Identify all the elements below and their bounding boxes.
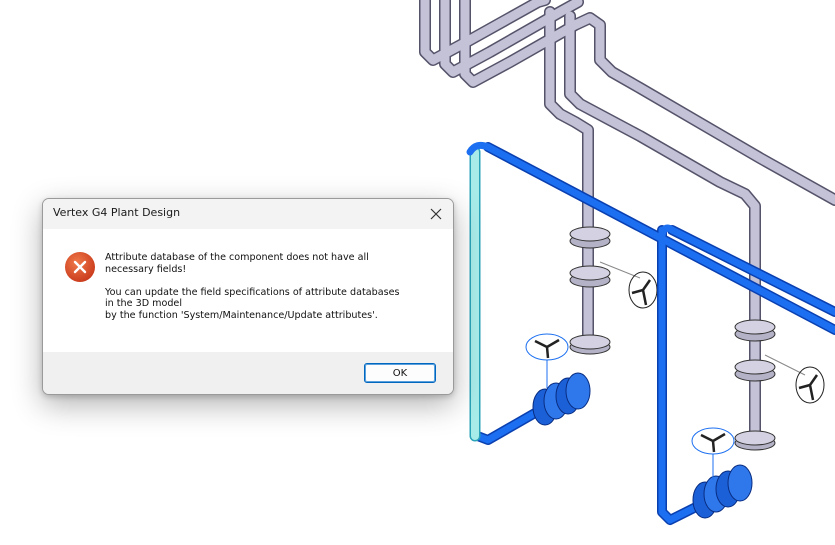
- dialog-footer: OK: [43, 353, 453, 394]
- close-icon: [430, 208, 442, 220]
- dialog-message: Attribute database of the component does…: [105, 252, 435, 321]
- blue-valve-left: [532, 372, 591, 426]
- blue-pipes: [466, 141, 835, 525]
- ok-button[interactable]: OK: [364, 363, 436, 383]
- message-error-text: Attribute database of the component does…: [105, 252, 369, 275]
- dialog-body: Attribute database of the component does…: [43, 229, 453, 352]
- blue-valve-right: [692, 464, 753, 519]
- error-icon: [65, 252, 95, 282]
- close-button[interactable]: [425, 203, 447, 225]
- handwheel-blue-left: [525, 333, 569, 388]
- message-help-text: You can update the field specifications …: [105, 286, 400, 321]
- handwheel-gray-right: [764, 354, 825, 404]
- handwheel-gray-left: [599, 261, 658, 309]
- dialog-titlebar[interactable]: Vertex G4 Plant Design: [43, 199, 453, 229]
- dialog-title: Vertex G4 Plant Design: [53, 206, 181, 219]
- error-dialog: Vertex G4 Plant Design Attribute databas…: [42, 198, 454, 395]
